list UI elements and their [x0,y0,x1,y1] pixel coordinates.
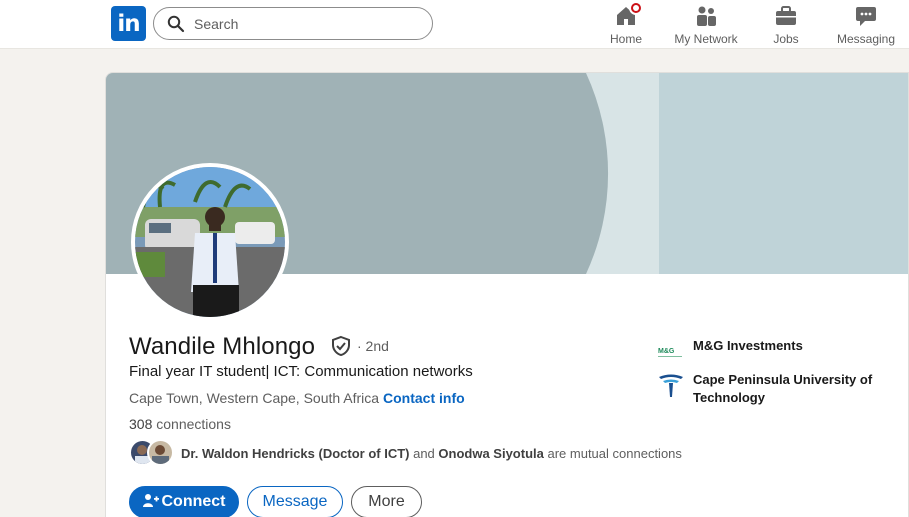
network-icon [694,4,718,28]
nav-jobs-label: Jobs [773,32,799,46]
profile-headline: Final year IT student| ICT: Communicatio… [129,363,473,380]
nav-my-network-label: My Network [674,32,738,46]
top-nav: in Home My Network [0,0,909,49]
profile-name: Wandile Mhlongo [129,333,316,360]
org-cput[interactable]: Cape Peninsula University of Technology [657,371,897,411]
nav-my-network[interactable]: My Network [667,0,745,49]
nav-home[interactable]: Home [600,0,652,49]
search-icon [167,15,185,33]
profile-location: Cape Town, Western Cape, South Africa · [129,390,388,406]
jobs-icon [774,4,798,28]
mutual-connections-text[interactable]: Dr. Waldon Hendricks (Doctor of ICT) and… [181,446,682,461]
message-button[interactable]: Message [247,486,343,517]
nav-messaging-label: Messaging [836,32,896,46]
cput-logo [659,374,683,397]
more-button[interactable]: More [351,486,422,517]
connect-button[interactable]: Connect [129,486,239,517]
search-bar[interactable] [153,7,433,40]
search-input[interactable] [194,14,414,34]
connections-count[interactable]: 308 connections [129,416,231,432]
mg-investments-logo: M&G [657,346,685,357]
mutual-connection-avatars[interactable] [129,439,177,469]
profile-photo[interactable] [131,163,289,321]
connections-label: connections [152,416,231,432]
profile-card: Wandile Mhlongo · 2nd Final year IT stud… [105,72,909,517]
nav-home-label: Home [609,32,642,46]
nav-jobs[interactable]: Jobs [761,0,811,49]
mutual-person-1[interactable]: Dr. Waldon Hendricks (Doctor of ICT) [181,446,409,461]
org-cput-name: Cape Peninsula University of Technology [693,372,873,405]
mutual-suffix: are mutual connections [543,446,682,461]
mutual-person-2[interactable]: Onodwa Siyotula [438,446,543,461]
home-icon [614,1,643,28]
notification-dot [629,1,643,15]
connection-degree: · 2nd [357,338,389,354]
org-mg-name: M&G Investments [693,338,803,353]
mutual-and: and [409,446,439,461]
nav-messaging[interactable]: Messaging [830,0,902,49]
messaging-icon [854,4,878,28]
add-person-icon [142,494,159,507]
verified-shield-icon[interactable] [330,335,352,357]
contact-info-link[interactable]: Contact info [383,390,465,406]
connect-label: Connect [161,493,226,510]
org-mg-investments[interactable]: M&G M&G Investments [657,337,897,361]
mg-logo-text: M&G [658,348,675,355]
connections-number: 308 [129,416,153,432]
avatar [147,439,174,466]
linkedin-logo[interactable]: in [111,6,146,41]
